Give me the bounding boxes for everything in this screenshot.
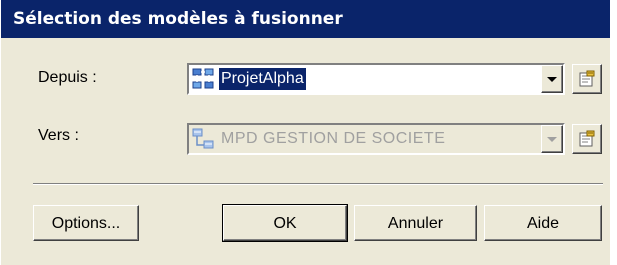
to-dropdown-button[interactable] [541, 125, 563, 153]
merge-models-dialog: Sélection des modèles à fusionner Depuis… [0, 0, 617, 265]
separator-line [33, 183, 603, 185]
options-button[interactable]: Options... [33, 205, 139, 241]
from-model-select[interactable]: ProjetAlpha [187, 63, 565, 95]
properties-icon [579, 70, 595, 87]
dialog-right-edge [610, 0, 617, 265]
help-button[interactable]: Aide [484, 205, 602, 241]
chevron-down-icon [547, 137, 557, 142]
cancel-button[interactable]: Annuler [354, 205, 477, 241]
from-label: Depuis : [38, 69, 97, 86]
to-model-value: MPD GESTION DE SOCIETE [221, 130, 446, 147]
physical-model-icon [192, 128, 214, 150]
model-tree-icon [192, 68, 214, 90]
from-model-value: ProjetAlpha [219, 68, 306, 90]
dialog-title: Sélection des modèles à fusionner [1, 0, 611, 38]
from-properties-button[interactable] [572, 64, 602, 94]
to-model-select[interactable]: MPD GESTION DE SOCIETE [187, 123, 565, 155]
to-label: Vers : [38, 127, 79, 144]
chevron-down-icon [547, 77, 557, 82]
from-dropdown-button[interactable] [541, 65, 563, 93]
ok-button[interactable]: OK [222, 204, 348, 242]
to-properties-button[interactable] [572, 124, 602, 154]
properties-icon [579, 130, 595, 147]
